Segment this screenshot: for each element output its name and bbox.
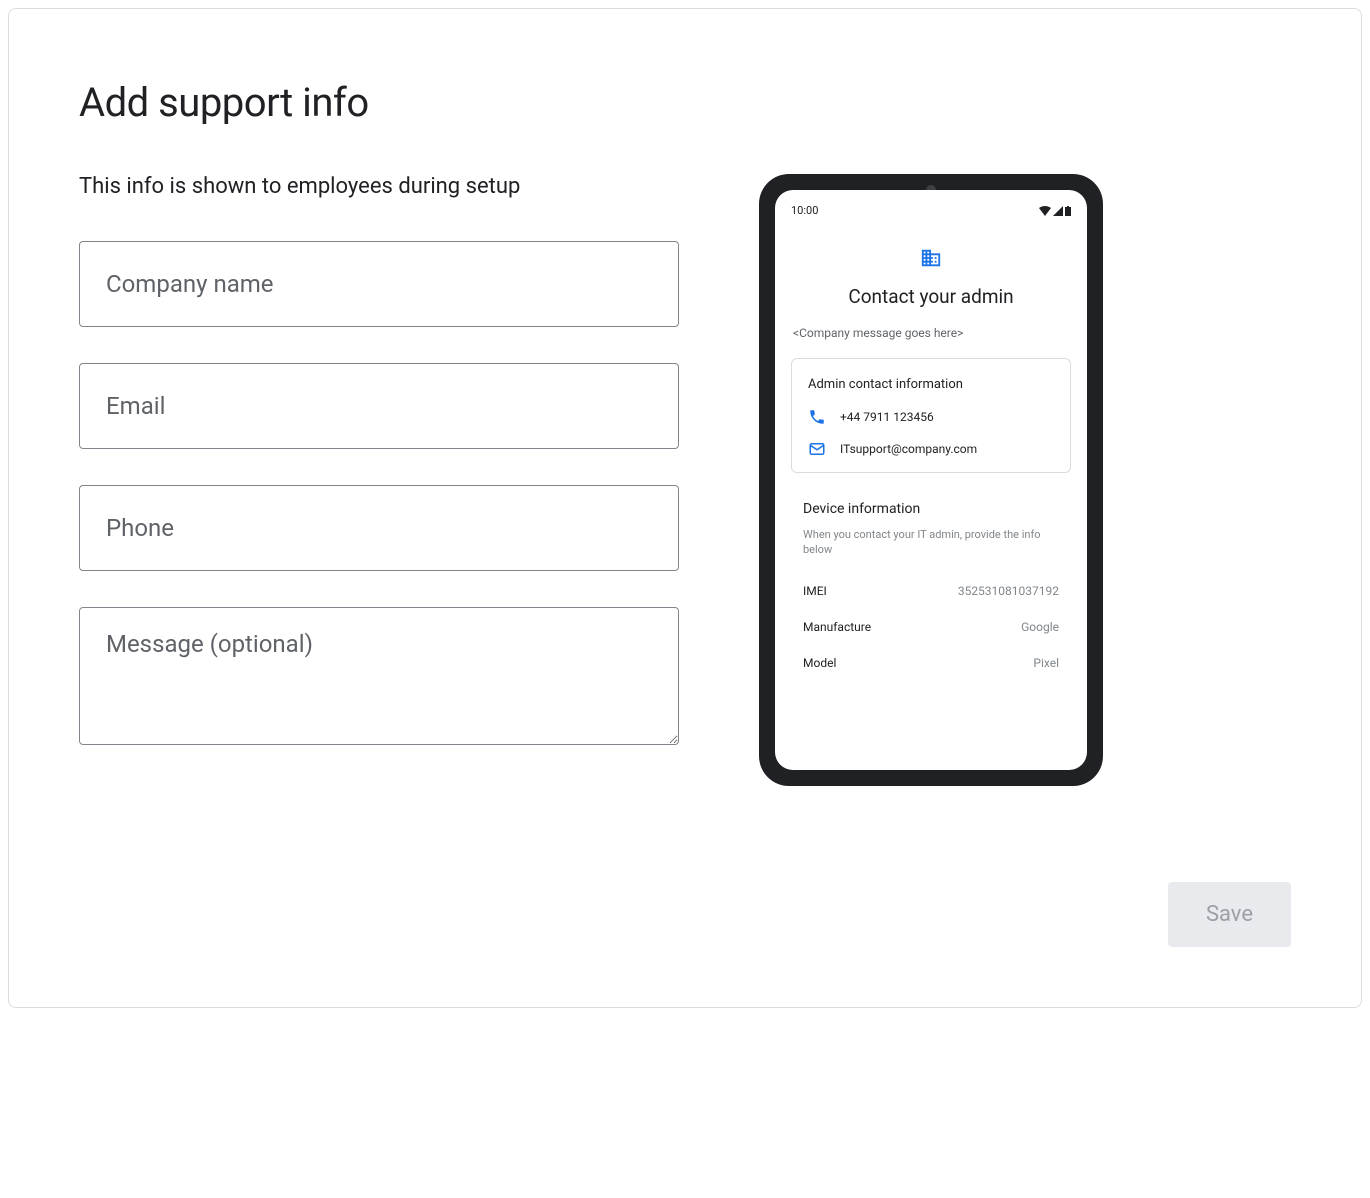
contact-card: Admin contact information +44 7911 12345… <box>791 358 1071 473</box>
device-row: IMEI 352531081037192 <box>803 584 1059 598</box>
save-button[interactable]: Save <box>1168 882 1291 947</box>
status-time: 10:00 <box>791 204 818 217</box>
phone-screen: 10:00 Contact your admin <Compa <box>775 190 1087 770</box>
form-column: This info is shown to employees during s… <box>79 174 679 785</box>
device-label: Manufacture <box>803 620 871 634</box>
company-name-input[interactable] <box>79 241 679 327</box>
contact-card-title: Admin contact information <box>808 377 1054 392</box>
contact-email-row: ITsupport@company.com <box>808 440 1054 458</box>
wifi-icon <box>1039 206 1051 216</box>
screen-header: Contact your admin <box>791 247 1071 308</box>
phone-icon <box>808 408 826 426</box>
support-info-card: Add support info This info is shown to e… <box>8 8 1362 1008</box>
phone-input[interactable] <box>79 485 679 571</box>
device-value: 352531081037192 <box>958 584 1059 598</box>
signal-icon <box>1053 206 1063 216</box>
device-label: IMEI <box>803 584 827 598</box>
device-label: Model <box>803 656 836 670</box>
device-value: Google <box>1021 620 1059 634</box>
status-icons <box>1039 206 1071 216</box>
device-row: Model Pixel <box>803 656 1059 670</box>
preview-column: 10:00 Contact your admin <Compa <box>759 174 1103 786</box>
subtitle: This info is shown to employees during s… <box>79 174 679 199</box>
message-textarea[interactable] <box>79 607 679 745</box>
phone-mockup: 10:00 Contact your admin <Compa <box>759 174 1103 786</box>
battery-icon <box>1065 206 1071 216</box>
device-title: Device information <box>803 501 1059 517</box>
contact-phone-row: +44 7911 123456 <box>808 408 1054 426</box>
device-value: Pixel <box>1033 656 1059 670</box>
device-section: Device information When you contact your… <box>791 501 1071 670</box>
contact-email-text: ITsupport@company.com <box>840 442 977 456</box>
building-icon <box>920 247 942 273</box>
screen-title: Contact your admin <box>791 285 1071 308</box>
device-row: Manufacture Google <box>803 620 1059 634</box>
status-bar: 10:00 <box>791 204 1071 217</box>
email-input[interactable] <box>79 363 679 449</box>
contact-phone-text: +44 7911 123456 <box>840 410 934 424</box>
company-message: <Company message goes here> <box>791 326 1071 340</box>
content-row: This info is shown to employees during s… <box>79 174 1291 786</box>
mail-icon <box>808 440 826 458</box>
device-desc: When you contact your IT admin, provide … <box>803 527 1059 558</box>
page-title: Add support info <box>79 79 1291 126</box>
